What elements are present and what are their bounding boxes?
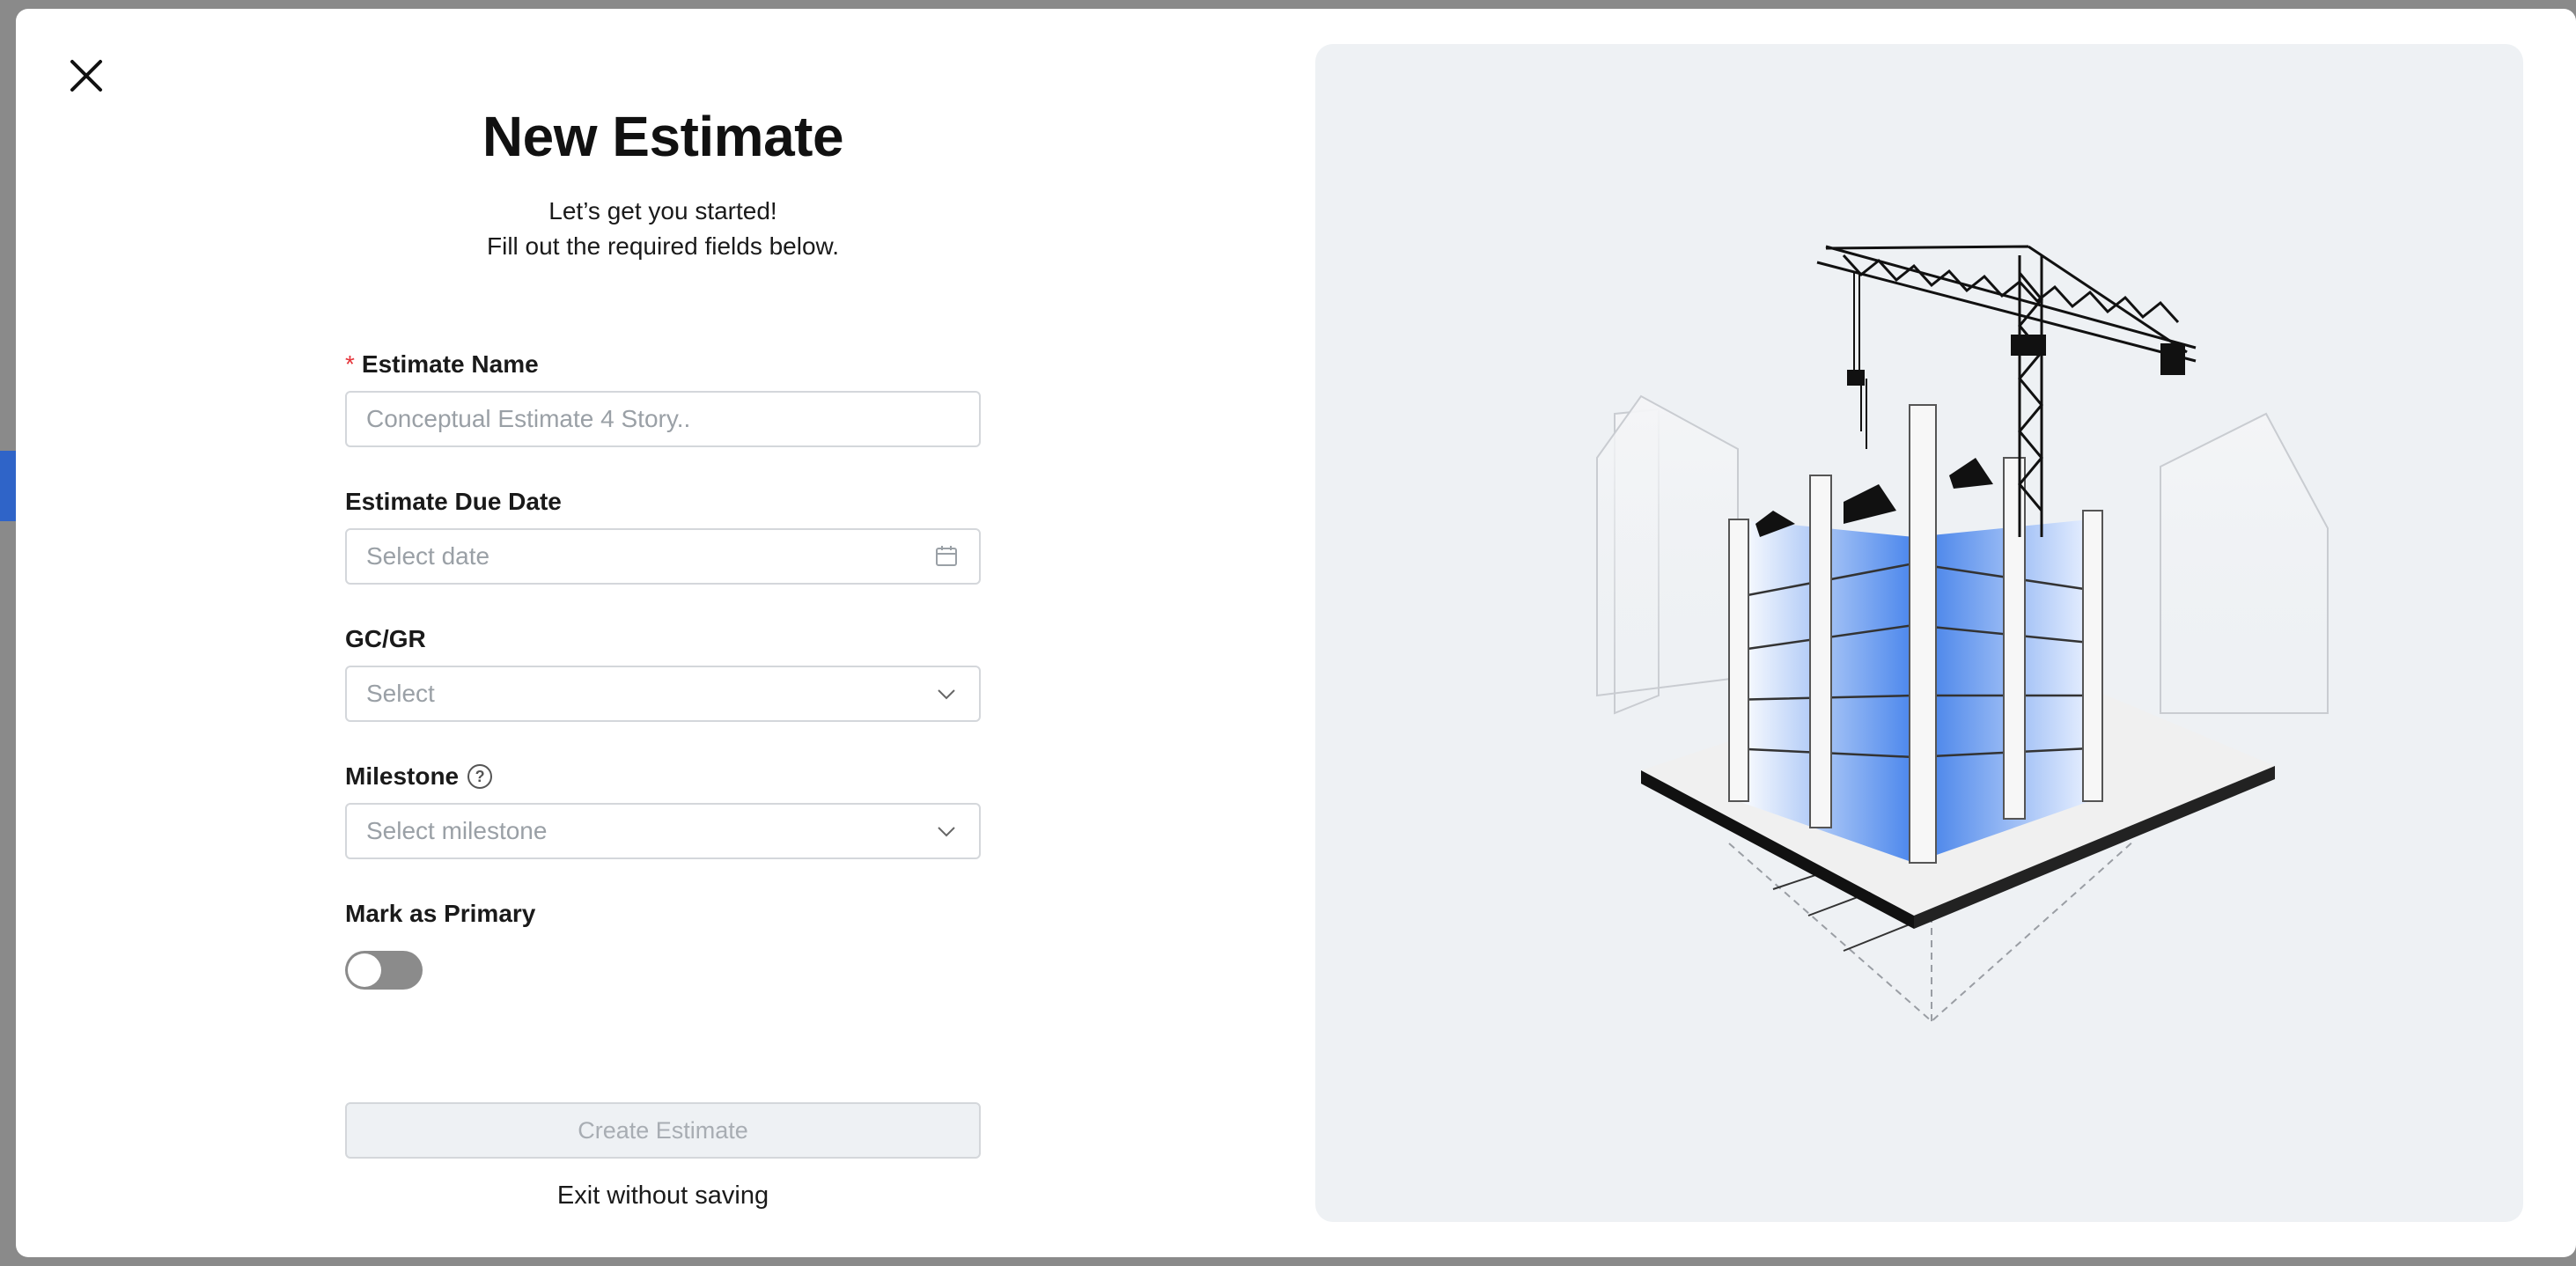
estimate-name-input[interactable] (366, 405, 960, 433)
due-date-picker[interactable]: Select date (345, 528, 981, 585)
estimate-name-label: * Estimate Name (345, 350, 539, 379)
milestone-label: Milestone ? (345, 762, 493, 791)
toggle-knob (348, 953, 381, 987)
due-date-placeholder: Select date (366, 542, 490, 570)
gc-gr-label: GC/GR (345, 625, 426, 653)
help-circle-icon[interactable]: ? (467, 764, 493, 789)
exit-without-saving-link[interactable]: Exit without saving (345, 1181, 981, 1211)
milestone-select[interactable]: Select milestone (345, 803, 981, 859)
new-estimate-modal: New Estimate Let’s get you started! Fill… (16, 9, 2576, 1257)
chevron-down-icon (933, 818, 960, 844)
modal-title: New Estimate (482, 105, 844, 168)
calendar-icon (933, 543, 960, 570)
close-button[interactable] (62, 51, 111, 100)
chevron-down-icon (933, 681, 960, 707)
form-column: New Estimate Let’s get you started! Fill… (345, 9, 981, 1257)
gc-gr-placeholder: Select (366, 680, 435, 707)
subtitle-line-1: Let’s get you started! (548, 197, 777, 224)
gc-gr-select[interactable]: Select (345, 666, 981, 722)
estimate-name-field[interactable] (345, 391, 981, 447)
due-date-label-text: Estimate Due Date (345, 488, 562, 515)
background-nav-highlight (0, 451, 16, 521)
estimate-name-label-text: Estimate Name (361, 350, 539, 378)
mark-primary-toggle[interactable] (345, 951, 423, 990)
mark-primary-label-text: Mark as Primary (345, 900, 536, 927)
milestone-label-text: Milestone (345, 762, 460, 790)
gc-gr-label-text: GC/GR (345, 625, 426, 652)
create-estimate-button[interactable]: Create Estimate (345, 1102, 981, 1159)
milestone-placeholder: Select milestone (366, 817, 548, 844)
mark-primary-label: Mark as Primary (345, 900, 535, 928)
building-crane-illustration (1596, 245, 2329, 1023)
due-date-label: Estimate Due Date (345, 488, 562, 516)
required-marker: * (345, 350, 355, 378)
illustration-panel (1315, 44, 2523, 1222)
modal-subtitle: Let’s get you started! Fill out the requ… (345, 194, 981, 264)
close-icon (70, 60, 102, 92)
subtitle-line-2: Fill out the required fields below. (487, 232, 839, 260)
